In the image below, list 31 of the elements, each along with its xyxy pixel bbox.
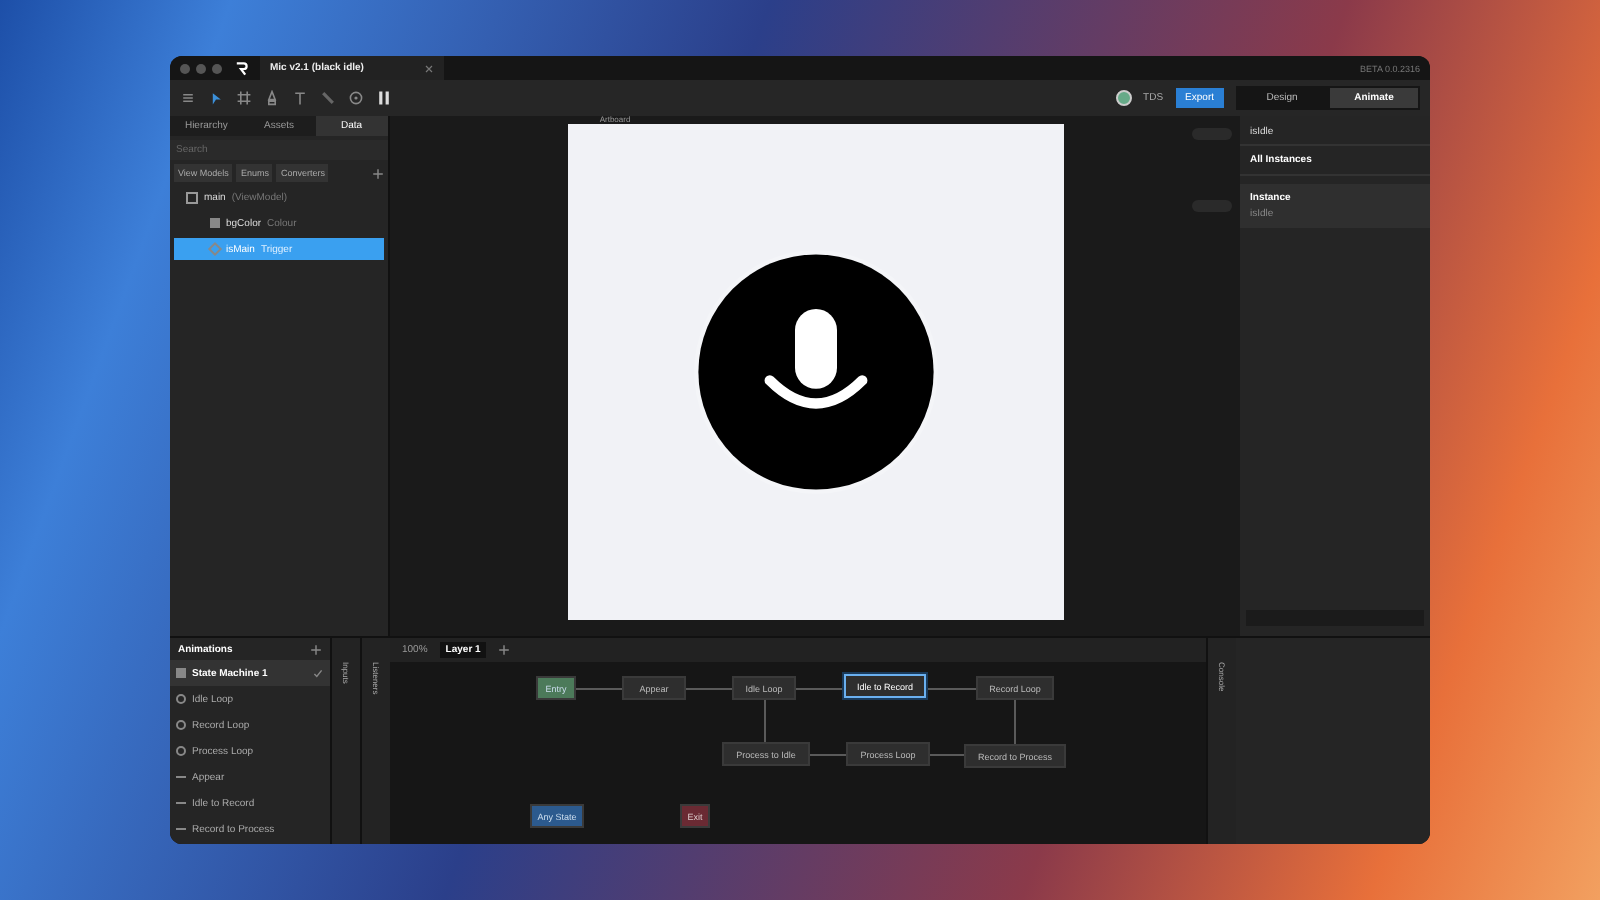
animation-type-icon xyxy=(176,720,186,730)
avatar-icon[interactable] xyxy=(1115,90,1132,106)
add-icon[interactable] xyxy=(310,643,322,655)
animation-type-icon xyxy=(176,668,186,678)
connector-line xyxy=(810,754,846,756)
frame-tool-icon[interactable] xyxy=(236,90,252,106)
connector-line xyxy=(930,754,964,756)
connector-line xyxy=(796,688,844,690)
menu-icon[interactable] xyxy=(180,90,196,106)
check-icon xyxy=(312,667,324,679)
pen-tool-icon[interactable] xyxy=(264,90,280,106)
animation-type-icon xyxy=(176,746,186,756)
add-icon[interactable] xyxy=(372,167,384,179)
connector-line xyxy=(576,688,622,690)
target-tool-icon[interactable] xyxy=(348,90,364,106)
text-tool-icon[interactable] xyxy=(292,90,308,106)
connector-line xyxy=(764,700,766,742)
pause-icon[interactable] xyxy=(376,90,392,106)
zoom-window-icon[interactable] xyxy=(212,63,222,73)
view-model-icon xyxy=(186,191,198,203)
close-tab-icon[interactable] xyxy=(423,63,434,73)
close-window-icon[interactable] xyxy=(180,63,190,73)
animation-type-icon xyxy=(176,694,186,704)
add-layer-icon[interactable] xyxy=(498,644,511,656)
pointer-tool-icon[interactable] xyxy=(208,90,224,106)
minimize-window-icon[interactable] xyxy=(196,63,206,73)
connector-line xyxy=(1014,700,1016,744)
app-logo-icon xyxy=(234,61,248,75)
connector-line xyxy=(686,688,732,690)
connector-line xyxy=(926,688,976,690)
property-type-icon xyxy=(210,218,220,228)
